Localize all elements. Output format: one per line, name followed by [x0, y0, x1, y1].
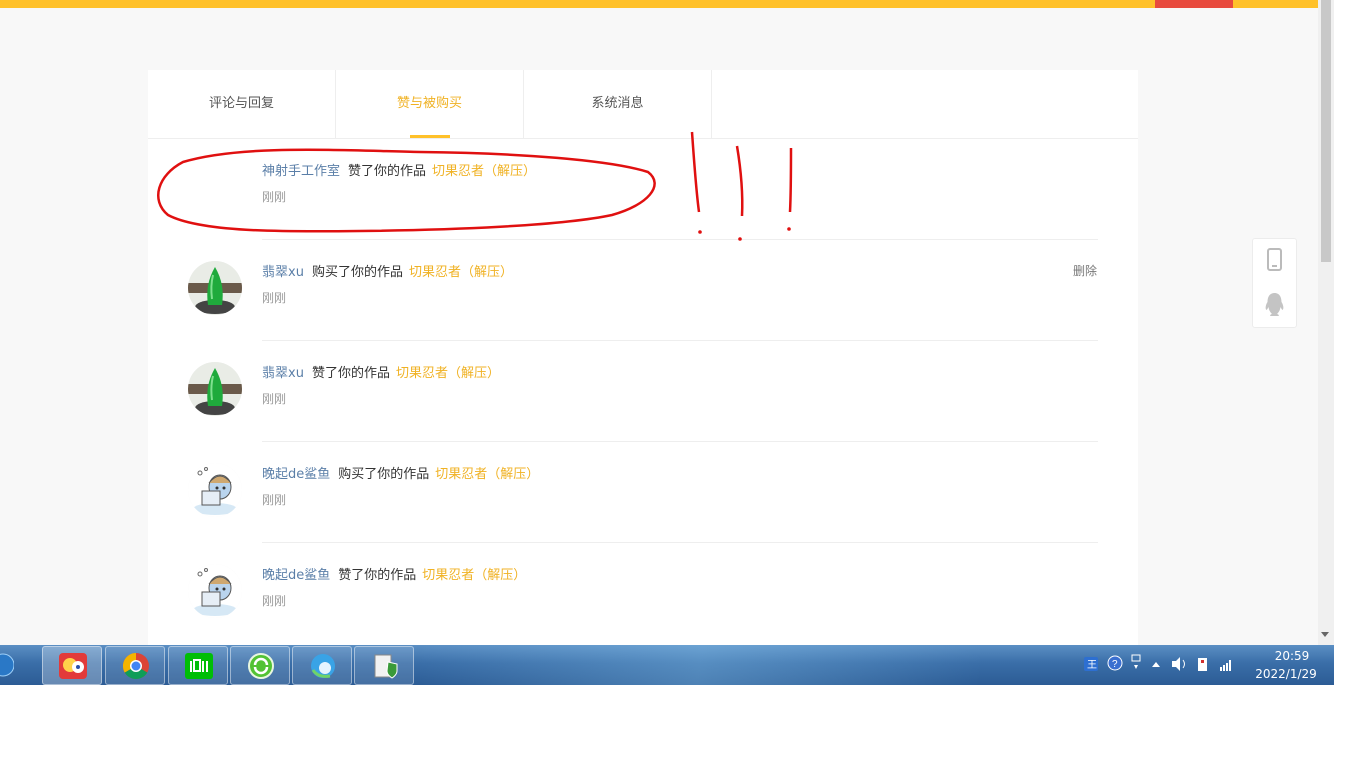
message-tabs: 评论与回复 赞与被购买 系统消息 — [148, 70, 1138, 139]
mobile-icon[interactable] — [1253, 239, 1296, 283]
start-button-icon[interactable] — [0, 653, 14, 677]
header-red-block — [1155, 0, 1233, 8]
taskbar-app-edge[interactable] — [292, 646, 352, 685]
tab-comments-replies[interactable]: 评论与回复 — [148, 70, 336, 138]
side-toolbar — [1252, 238, 1297, 328]
vertical-scrollbar[interactable] — [1318, 0, 1334, 645]
tab-likes-purchases[interactable]: 赞与被购买 — [336, 70, 524, 138]
taskbar-app-chrome[interactable] — [105, 646, 165, 685]
taskbar-app-game[interactable] — [42, 646, 102, 685]
message-user-link[interactable]: 神射手工作室 — [262, 164, 340, 179]
message-panel: 评论与回复 赞与被购买 系统消息 神射手工作室 赞了你的作品 切果忍者（解压） 刚刚 — [148, 70, 1138, 645]
message-item: 翡翠xu 赞了你的作品 切果忍者（解压） 刚刚 — [148, 342, 1138, 442]
message-user-link[interactable]: 翡翠xu — [262, 366, 304, 381]
message-action-text: 购买了你的作品 — [311, 265, 403, 280]
chrome-icon — [122, 652, 149, 680]
avatar[interactable] — [188, 564, 242, 618]
message-user-link[interactable]: 晚起de鲨鱼 — [262, 467, 330, 482]
windows-taskbar: 王 ? 20:59 2022/1/29 — [0, 645, 1334, 685]
message-user-link[interactable]: 翡翠xu — [262, 265, 304, 280]
edge-icon — [311, 654, 335, 678]
divider — [262, 542, 1098, 543]
message-item: 翡翠xu 购买了你的作品 切果忍者（解压） 刚刚 删除 — [148, 241, 1138, 341]
message-work-link[interactable]: 切果忍者（解压） — [432, 164, 536, 179]
delete-button[interactable]: 删除 — [1073, 262, 1097, 279]
message-item: 神射手工作室 赞了你的作品 切果忍者（解压） 刚刚 — [148, 140, 1138, 240]
message-work-link[interactable]: 切果忍者（解压） — [435, 467, 539, 482]
top-header-bar — [0, 0, 1318, 8]
clock-time[interactable]: 20:59 — [1262, 649, 1322, 663]
taskbar-glow — [420, 645, 980, 685]
avatar[interactable] — [188, 362, 242, 416]
message-work-link[interactable]: 切果忍者（解压） — [409, 265, 513, 280]
security-app-icon — [374, 654, 398, 679]
svg-text:?: ? — [1112, 659, 1118, 670]
message-item: 晚起de鲨鱼 赞了你的作品 切果忍者（解压） 刚刚 — [148, 544, 1138, 644]
taskbar-app-browser[interactable] — [230, 646, 290, 685]
message-action-text: 赞了你的作品 — [338, 568, 417, 583]
ie-refresh-icon — [248, 653, 274, 679]
clock-date[interactable]: 2022/1/29 — [1250, 667, 1322, 681]
message-time: 刚刚 — [262, 493, 287, 507]
iqiyi-icon — [185, 653, 213, 679]
message-time: 刚刚 — [262, 291, 287, 305]
divider — [262, 340, 1098, 341]
message-action-text: 赞了你的作品 — [311, 366, 390, 381]
message-action-text: 赞了你的作品 — [348, 164, 427, 179]
message-user-link[interactable]: 晚起de鲨鱼 — [262, 568, 330, 583]
message-work-link[interactable]: 切果忍者（解压） — [396, 366, 500, 381]
tab-system-messages[interactable]: 系统消息 — [524, 70, 712, 138]
message-time: 刚刚 — [262, 190, 287, 204]
game-app-icon — [59, 653, 87, 679]
divider — [262, 441, 1098, 442]
taskbar-app-iqiyi[interactable] — [168, 646, 228, 685]
scrollbar-thumb[interactable] — [1321, 0, 1331, 262]
message-time: 刚刚 — [262, 392, 287, 406]
message-work-link[interactable]: 切果忍者（解压） — [422, 568, 526, 583]
message-time: 刚刚 — [262, 594, 287, 608]
message-action-text: 购买了你的作品 — [338, 467, 430, 482]
scroll-down-arrow-icon[interactable] — [1321, 632, 1329, 637]
taskbar-app-security[interactable] — [354, 646, 414, 685]
avatar[interactable] — [188, 463, 242, 517]
svg-text:王: 王 — [1087, 660, 1097, 671]
browser-viewport: 评论与回复 赞与被购买 系统消息 神射手工作室 赞了你的作品 切果忍者（解压） 刚刚 — [0, 0, 1334, 685]
qq-penguin-icon[interactable] — [1253, 283, 1296, 327]
avatar[interactable] — [188, 261, 242, 315]
message-item: 晚起de鲨鱼 购买了你的作品 切果忍者（解压） 刚刚 — [148, 443, 1138, 543]
divider — [262, 239, 1098, 240]
